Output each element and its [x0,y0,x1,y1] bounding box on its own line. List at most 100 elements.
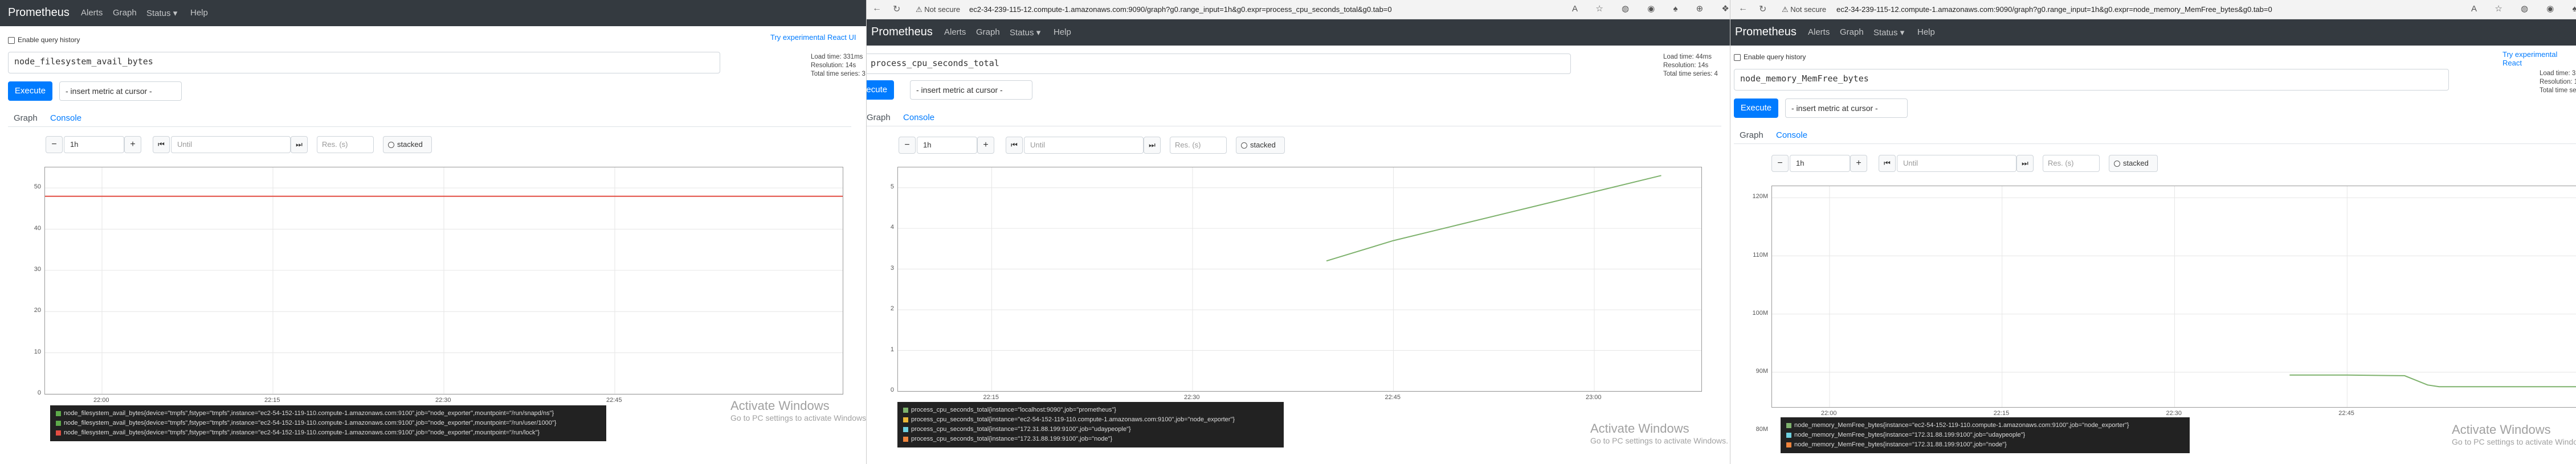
range-increase-button[interactable]: + [977,137,994,154]
execute-button[interactable]: Execute [1734,98,1778,118]
legend-item[interactable]: node_memory_MemFree_bytes{instance="ec2-… [1786,421,2184,430]
expression-input[interactable]: node_memory_MemFree_bytes [1734,69,2449,91]
reload-icon[interactable]: ↻ [1759,3,1766,15]
legend-item[interactable]: process_cpu_seconds_total{instance="loca… [903,405,1278,415]
range-decrease-button[interactable]: − [1771,155,1789,172]
end-time-forward-button[interactable]: ⏭ [1144,137,1161,154]
brand-logo[interactable]: Prometheus [1735,26,1797,39]
range-decrease-button[interactable]: − [899,137,916,154]
watermark-sub: Go to PC settings to activate Windows. [2452,437,2576,446]
graph-plot[interactable] [897,167,1702,392]
legend-item[interactable]: process_cpu_seconds_total{instance="172.… [903,434,1278,444]
execute-button[interactable]: Execute [8,81,52,101]
address-bar[interactable]: ec2-34-239-115-12.compute-1.amazonaws.co… [1836,5,2272,14]
tab-graph[interactable]: Graph [14,113,38,123]
not-secure-badge[interactable]: ⚠ Not secure [1782,5,1826,14]
not-secure-badge[interactable]: ⚠ Not secure [916,5,960,14]
tab-divider [8,126,851,127]
until-input[interactable]: Until [1897,155,2016,172]
range-input[interactable]: 1h [917,137,977,154]
brand-logo[interactable]: Prometheus [871,26,933,39]
nav-alerts[interactable]: Alerts [944,27,966,37]
end-time-forward-button[interactable]: ⏭ [291,136,308,153]
back-icon[interactable]: ← [872,3,881,14]
nav-alerts[interactable]: Alerts [81,8,103,18]
nav-graph[interactable]: Graph [976,27,1000,37]
resolution-input[interactable]: Res. (s) [317,136,374,153]
stacked-radio-icon[interactable] [1241,142,1247,149]
execute-button[interactable]: Execute [867,80,894,100]
insert-metric-select[interactable]: - insert metric at cursor - [910,80,1032,100]
legend-item[interactable]: process_cpu_seconds_total{instance="172.… [903,425,1278,434]
insert-metric-select[interactable]: - insert metric at cursor - [59,81,182,101]
tab-graph[interactable]: Graph [867,113,891,122]
prometheus-window-filesystem: Prometheus Alerts Graph Status ▾ Help En… [0,0,866,464]
browser-extension-icons[interactable]: A ☆ ◍ ◉ ♠ ⊕ ❖ ◐ ☰ ⋯ [1572,3,1730,14]
nav-status[interactable]: Status ▾ [146,8,177,18]
nav-help[interactable]: Help [1917,27,1935,37]
tab-console[interactable]: Console [50,113,81,123]
end-time-back-button[interactable]: ⏮ [153,136,170,153]
tab-console[interactable]: Console [903,113,934,122]
checkbox-icon[interactable] [1734,54,1741,61]
range-decrease-button[interactable]: − [46,136,63,153]
range-increase-button[interactable]: + [1850,155,1867,172]
y-tick-label: 10 [34,348,41,355]
end-time-forward-button[interactable]: ⏭ [2016,155,2034,172]
browser-extension-icons[interactable]: A ☆ ◍ ◉ ♠ ⊕ ❖ [2471,3,2576,14]
stacked-radio-icon[interactable] [2114,161,2120,167]
expression-input[interactable]: process_cpu_seconds_total [867,54,1571,74]
enable-history-toggle[interactable]: Enable query history [8,36,80,44]
until-input[interactable]: Until [1024,137,1144,154]
tab-graph[interactable]: Graph [1740,130,1763,140]
nav-status[interactable]: Status ▾ [1873,27,1904,38]
legend-item[interactable]: node_memory_MemFree_bytes{instance="172.… [1786,440,2184,450]
legend-item[interactable]: node_filesystem_avail_bytes{device="tmpf… [56,418,601,428]
brand-logo[interactable]: Prometheus [8,6,70,19]
enable-history-toggle[interactable]: Enable query history [1734,53,1806,61]
nav-status[interactable]: Status ▾ [1010,27,1040,38]
nav-graph[interactable]: Graph [1840,27,1864,37]
series-line[interactable] [1326,175,1661,262]
resolution-input[interactable]: Res. (s) [2043,155,2100,172]
back-icon[interactable]: ← [1738,3,1748,14]
nav-graph[interactable]: Graph [113,8,137,18]
address-bar[interactable]: ec2-34-239-115-12.compute-1.amazonaws.co… [969,5,1392,14]
range-input[interactable]: 1h [1790,155,1850,172]
nav-help[interactable]: Help [190,8,208,18]
graph-plot[interactable] [1771,186,2576,408]
try-react-link[interactable]: Try experimental React [2502,50,2576,67]
tab-console[interactable]: Console [1776,130,1807,140]
insert-metric-select[interactable]: - insert metric at cursor - [1785,98,1908,118]
reload-icon[interactable]: ↻ [893,3,900,15]
legend-label: process_cpu_seconds_total{instance="172.… [911,436,1113,442]
checkbox-icon[interactable] [8,36,15,44]
expression-input[interactable]: node_filesystem_avail_bytes [8,52,720,73]
try-react-link[interactable]: Try experimental React UI [770,33,856,42]
stacked-toggle[interactable]: stacked [1236,137,1285,154]
activate-windows-watermark: Activate Windows Go to PC settings to ac… [1590,421,1728,445]
graph-legend: node_filesystem_avail_bytes{device="tmpf… [50,405,606,441]
end-time-back-button[interactable]: ⏮ [1879,155,1896,172]
nav-alerts[interactable]: Alerts [1808,27,1830,37]
graph-plot[interactable] [44,167,843,395]
navbar: Prometheus Alerts Graph Status ▾ Help [867,19,1730,46]
legend-item[interactable]: node_memory_MemFree_bytes{instance="172.… [1786,430,2184,440]
stacked-radio-icon[interactable] [388,142,394,149]
nav-help[interactable]: Help [1054,27,1071,37]
legend-item[interactable]: node_filesystem_avail_bytes{device="tmpf… [56,428,601,438]
legend-item[interactable]: process_cpu_seconds_total{instance="ec2-… [903,415,1278,425]
graph-legend: node_memory_MemFree_bytes{instance="ec2-… [1781,417,2190,453]
x-tick-label: 22:00 [1820,410,1837,417]
until-input[interactable]: Until [171,136,291,153]
x-tick-label: 22:15 [1993,410,2010,417]
stacked-toggle[interactable]: stacked [383,136,432,153]
end-time-back-button[interactable]: ⏮ [1006,137,1023,154]
legend-item[interactable]: node_filesystem_avail_bytes{device="tmpf… [56,409,601,418]
series-line[interactable] [2289,374,2576,388]
range-increase-button[interactable]: + [124,136,141,153]
resolution-input[interactable]: Res. (s) [1170,137,1227,154]
stacked-label: stacked [1250,141,1276,149]
stacked-toggle[interactable]: stacked [2109,155,2158,172]
range-input[interactable]: 1h [64,136,124,153]
